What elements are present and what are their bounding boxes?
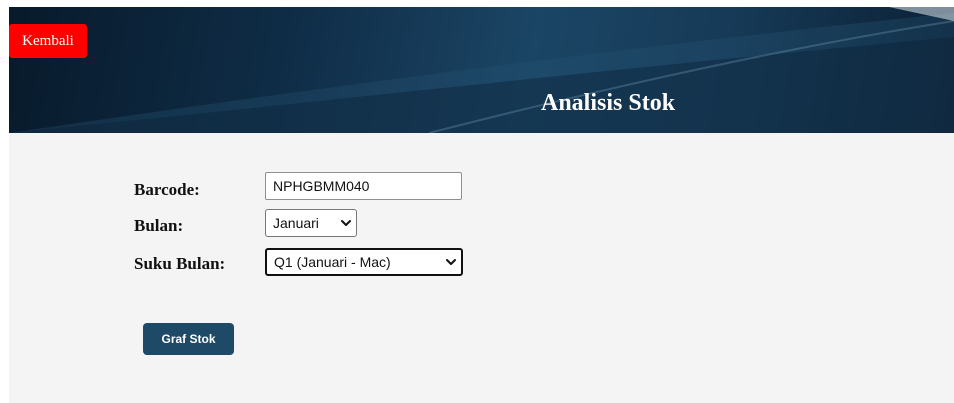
stock-chart-button[interactable]: Graf Stok [143,323,234,355]
header-banner: Kembali Analisis Stok [9,7,954,133]
quarter-select-value: Q1 (Januari - Mac) [274,254,391,270]
barcode-label: Barcode: [134,180,200,199]
quarter-select[interactable]: Q1 (Januari - Mac) [265,248,463,276]
chevron-down-icon [446,259,456,265]
banner-wave-graphic [9,7,954,133]
barcode-input[interactable]: NPHGBMM040 [265,172,462,200]
barcode-input-value: NPHGBMM040 [273,178,370,194]
quarter-label: Suku Bulan: [134,254,226,273]
page-title: Analisis Stok [541,90,676,116]
back-button[interactable]: Kembali [9,24,87,58]
page-container: Kembali Analisis Stok Barcode: NPHGBMM04… [9,7,954,403]
month-select[interactable]: Januari [265,209,357,237]
month-label: Bulan: [134,216,184,235]
chevron-down-icon [341,220,351,226]
month-select-value: Januari [273,215,319,231]
